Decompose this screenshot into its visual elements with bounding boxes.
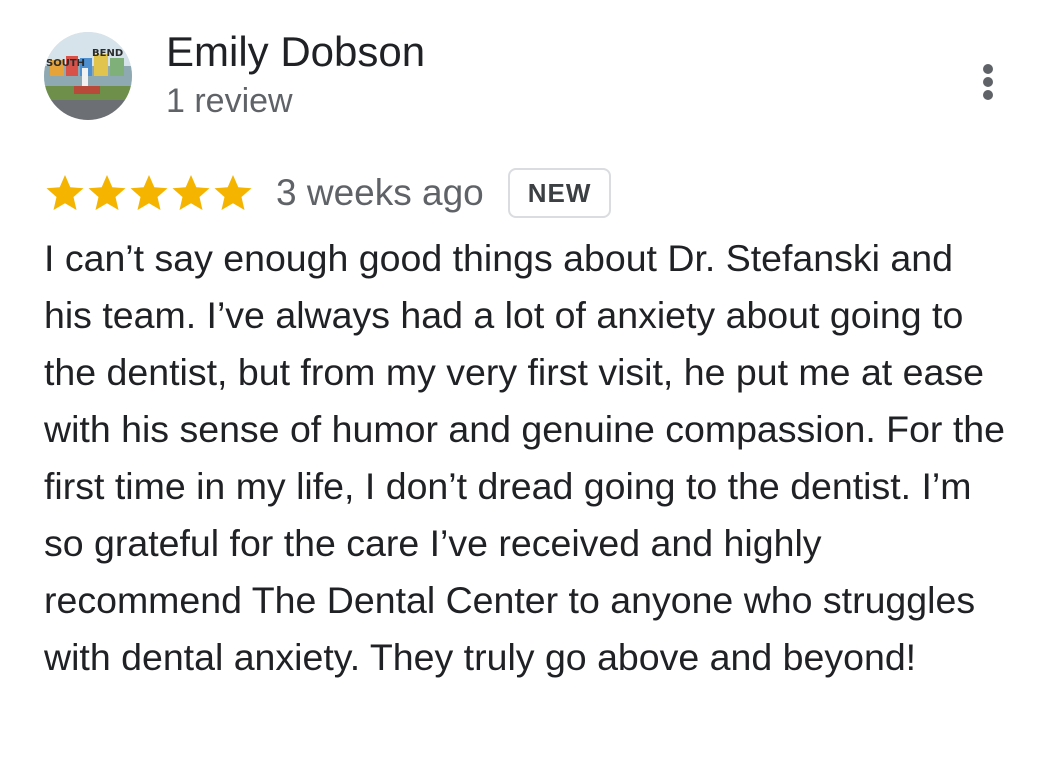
rating-row: 3 weeks ago NEW bbox=[44, 164, 612, 222]
star-rating bbox=[44, 172, 254, 214]
new-badge: NEW bbox=[507, 168, 612, 218]
review-date: 3 weeks ago bbox=[276, 172, 484, 213]
more-options-button[interactable] bbox=[966, 56, 1010, 108]
star-icon bbox=[44, 172, 86, 214]
star-icon bbox=[86, 172, 128, 214]
star-icon bbox=[128, 172, 170, 214]
star-icon bbox=[170, 172, 212, 214]
avatar-text-right: BEND bbox=[92, 48, 124, 59]
star-icon bbox=[212, 172, 254, 214]
review-text: I can’t say enough good things about Dr.… bbox=[44, 237, 1005, 678]
avatar-text-left: SOUTH bbox=[46, 58, 86, 69]
reviewer-name[interactable]: Emily Dobson bbox=[166, 28, 425, 76]
review-card: SOUTH BEND Emily Dobson 1 review 3 weeks… bbox=[0, 0, 1040, 780]
avatar[interactable]: SOUTH BEND bbox=[44, 32, 132, 120]
review-count: 1 review bbox=[166, 82, 293, 120]
